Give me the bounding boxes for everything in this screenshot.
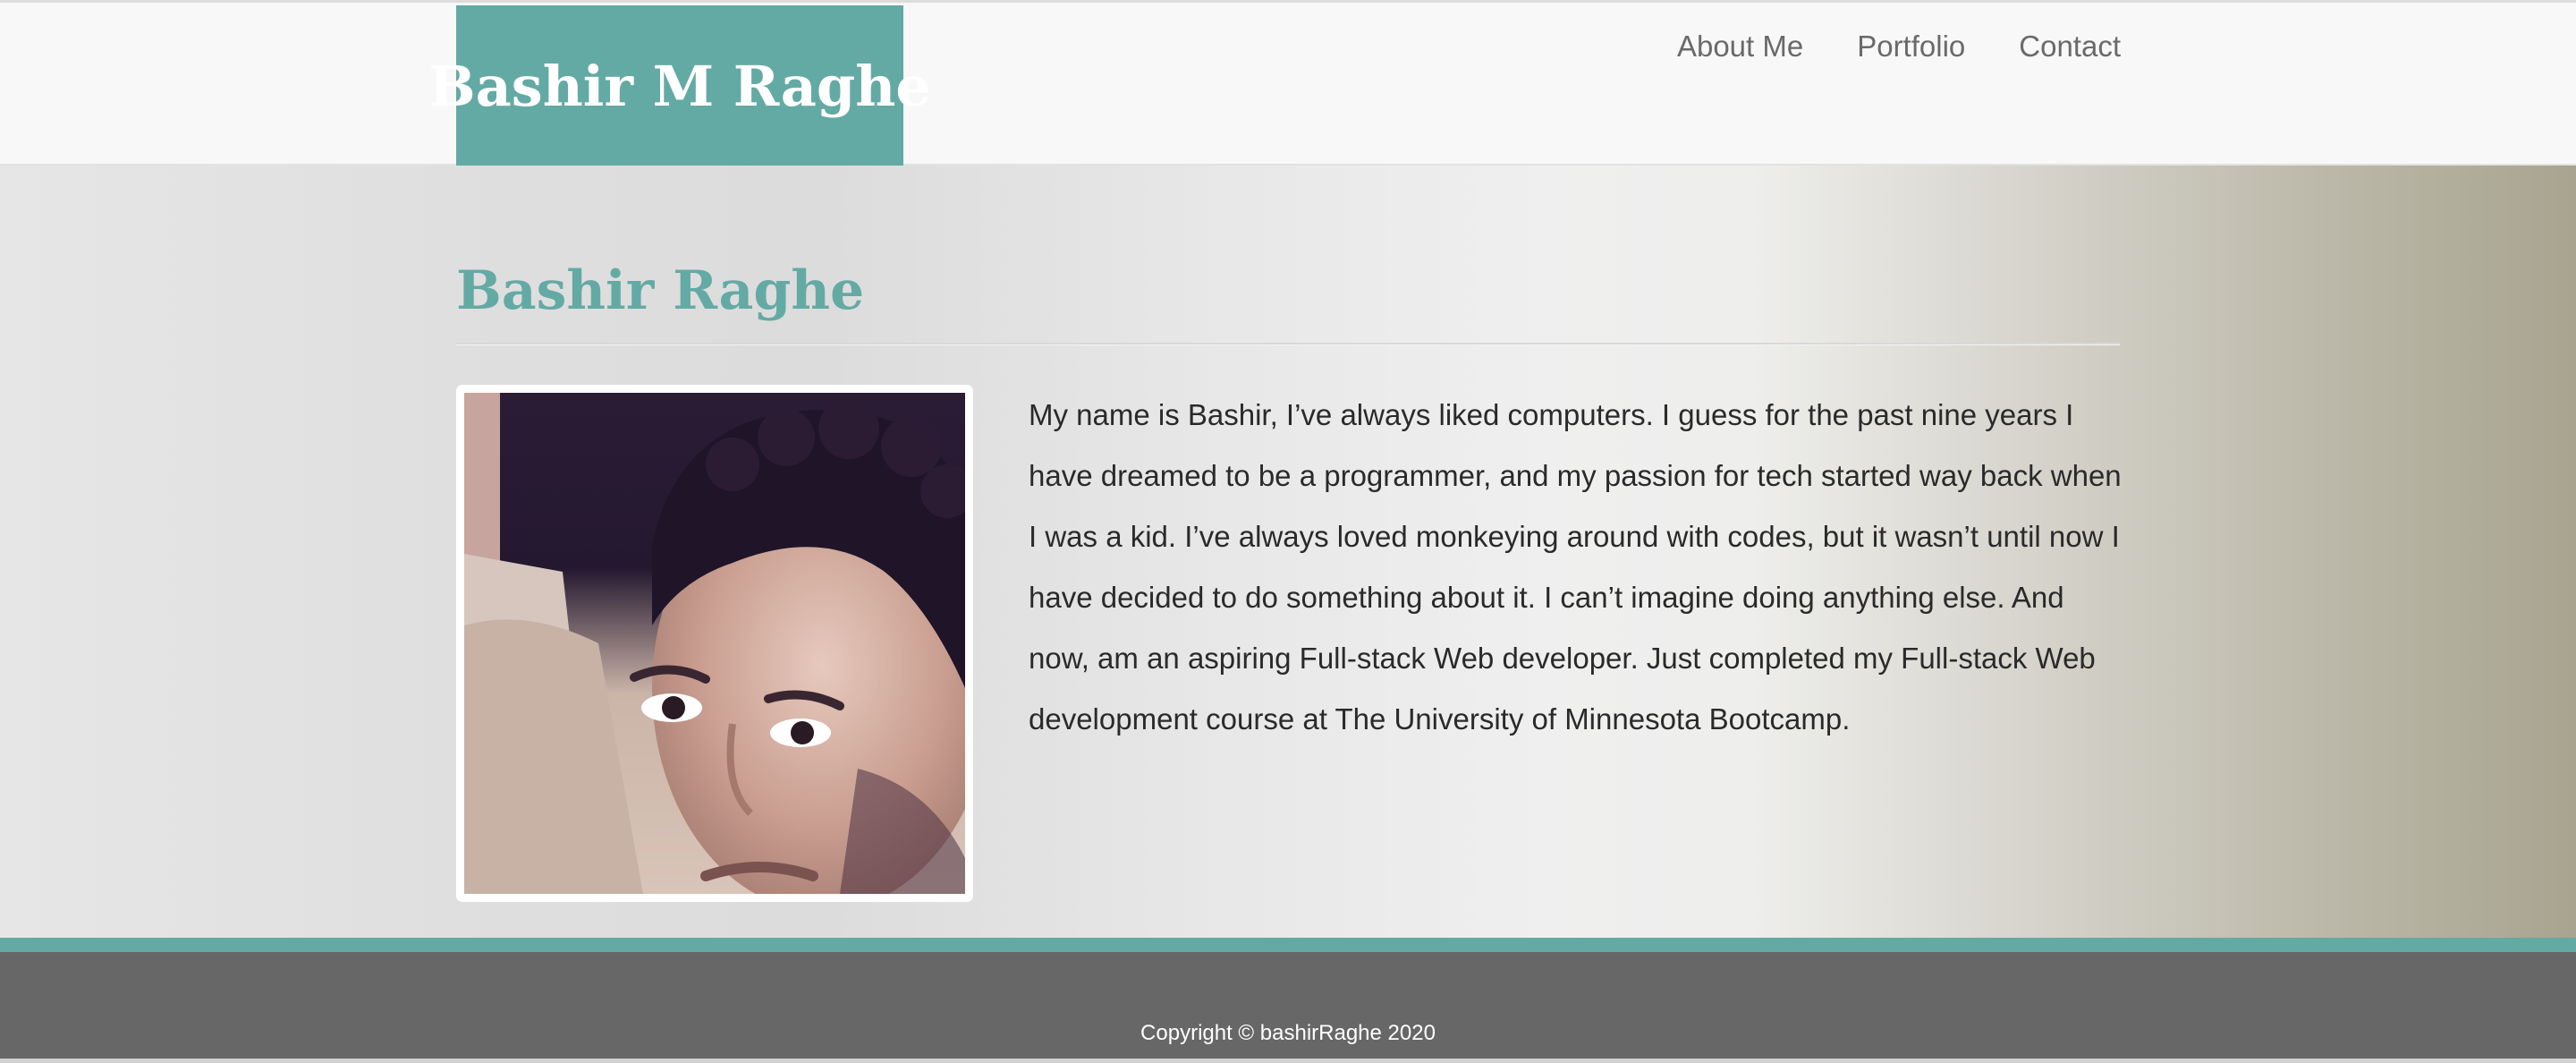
footer-accent-stripe (0, 938, 2576, 952)
site-footer: Copyright © bashirRaghe 2020 (0, 952, 2576, 1063)
brand-title[interactable]: Bashir M Raghe (428, 54, 931, 119)
page-title: Bashir Raghe (456, 259, 865, 322)
title-divider (456, 343, 2120, 345)
nav-about-me[interactable]: About Me (1677, 30, 1803, 64)
profile-photo (464, 393, 965, 894)
main-nav: About Me Portfolio Contact (1677, 30, 2121, 64)
profile-photo-frame (456, 385, 973, 902)
about-section: Bashir Raghe My name is Bashir, I’ve alw… (0, 166, 2576, 938)
nav-contact[interactable]: Contact (2019, 30, 2121, 64)
copyright-text: Copyright © bashirRaghe 2020 (1140, 1021, 1436, 1045)
brand-block[interactable]: Bashir M Raghe (428, 5, 931, 166)
nav-portfolio[interactable]: Portfolio (1857, 30, 1965, 64)
site-header: Bashir M Raghe About Me Portfolio Contac… (0, 0, 2576, 166)
bio-paragraph: My name is Bashir, I’ve always liked com… (1029, 398, 2122, 736)
